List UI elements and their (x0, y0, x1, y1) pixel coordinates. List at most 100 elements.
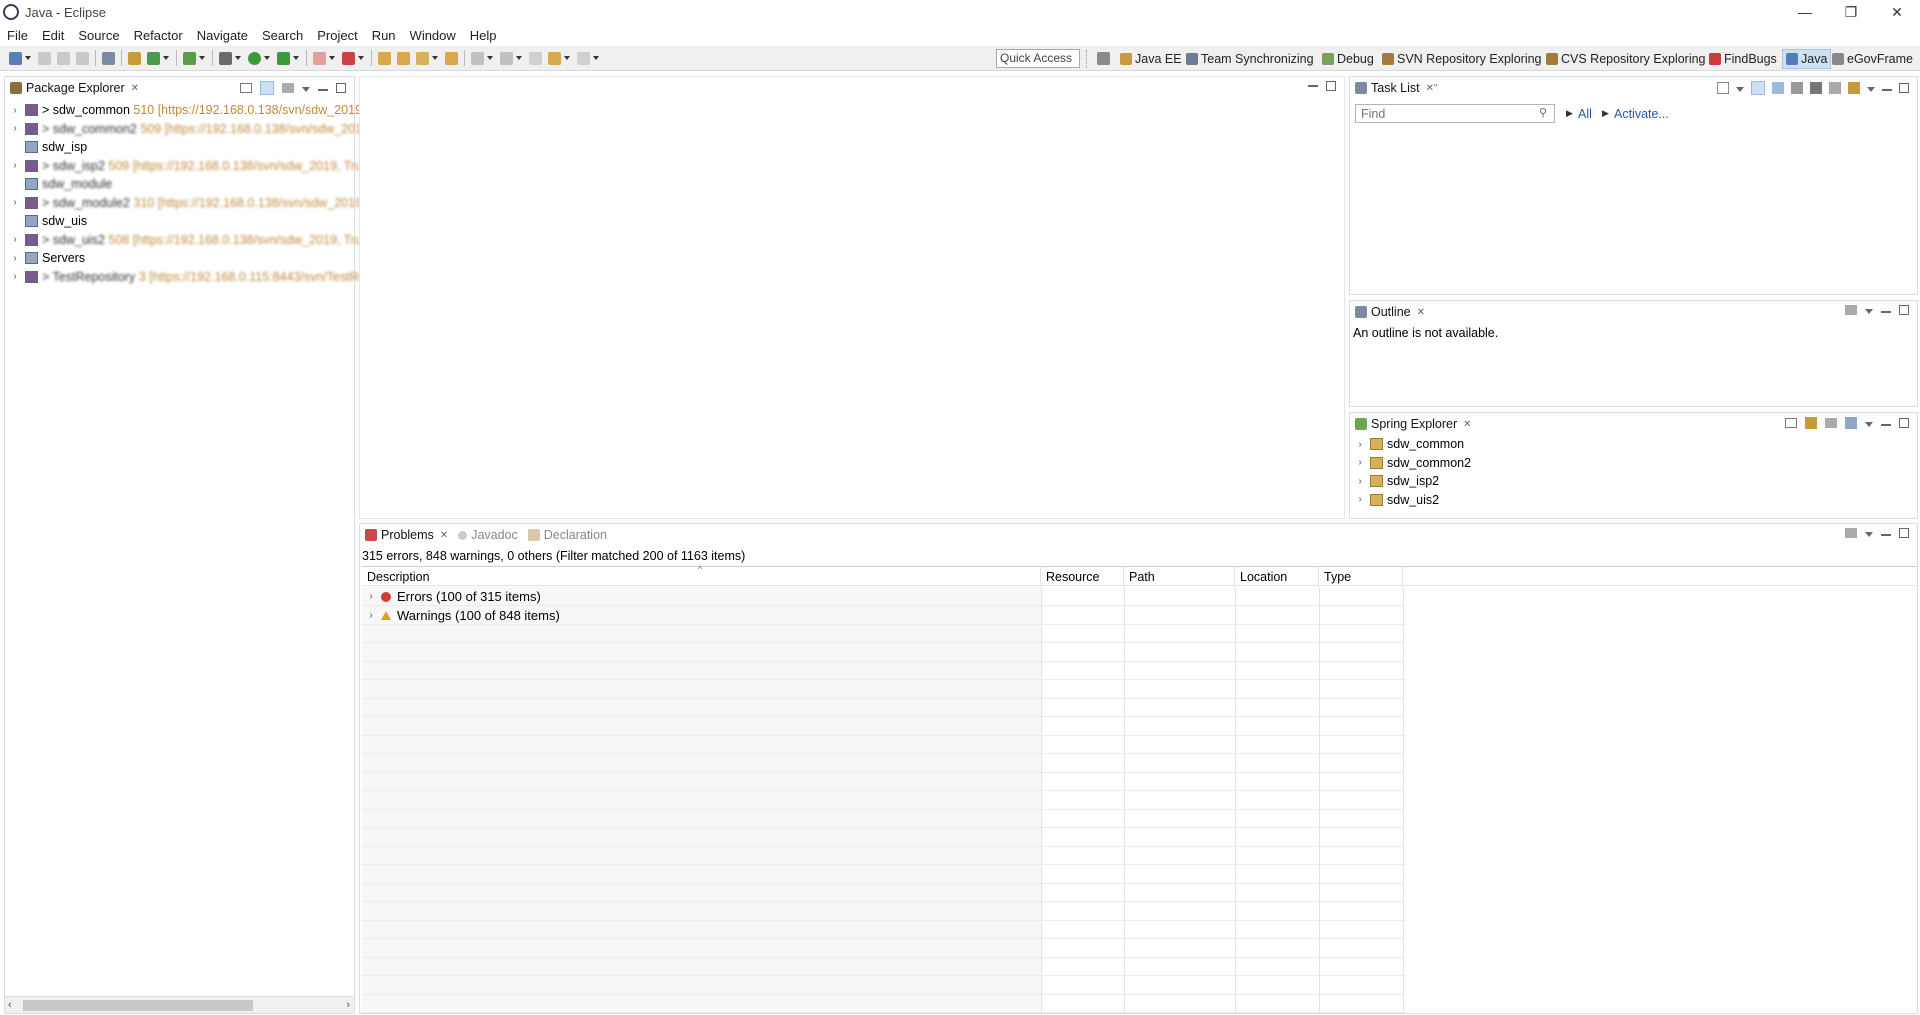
tab-outline[interactable]: Outline ✕ (1350, 301, 1430, 323)
categorized-icon[interactable] (1751, 81, 1765, 95)
chevron-right-icon[interactable]: › (1354, 457, 1366, 468)
scrollbar-thumb[interactable] (23, 1000, 253, 1011)
perspective-team-synchronizing[interactable]: Team Synchronizing (1186, 49, 1314, 69)
close-button[interactable]: ✕ (1874, 0, 1920, 24)
server-icon[interactable] (128, 51, 141, 65)
hide-completed-icon[interactable] (1810, 82, 1822, 94)
maximize-icon[interactable] (1899, 528, 1909, 538)
perspective-java-ee[interactable]: Java EE (1120, 49, 1182, 69)
maximize-icon[interactable] (1899, 83, 1909, 93)
chevron-right-icon[interactable]: › (1354, 439, 1366, 450)
new-wizard-icon[interactable] (147, 51, 160, 65)
perspective-debug[interactable]: Debug (1322, 49, 1374, 69)
close-icon[interactable]: ✕ (1463, 419, 1471, 430)
menu-file[interactable]: File (0, 28, 35, 43)
collapse-all-icon[interactable] (240, 83, 252, 93)
tab-spring-explorer[interactable]: Spring Explorer ✕ (1350, 413, 1477, 435)
chevron-right-icon[interactable]: › (9, 197, 21, 208)
menu-window[interactable]: Window (403, 28, 463, 43)
focus-icon[interactable] (1791, 82, 1803, 94)
focus-icon[interactable] (1845, 305, 1857, 315)
minimize-icon[interactable] (318, 85, 328, 91)
new-java-project-icon[interactable] (183, 51, 196, 65)
external-tools-icon[interactable] (342, 51, 355, 65)
maximize-icon[interactable] (1326, 81, 1336, 91)
focus-icon[interactable] (1845, 528, 1857, 538)
save-all-icon[interactable] (57, 51, 70, 65)
close-icon[interactable]: ✕ (131, 83, 139, 94)
perspective-svn[interactable]: SVN Repository Exploring (1382, 49, 1542, 69)
spring-project-item[interactable]: › sdw_uis2 (1350, 491, 1439, 509)
menu-source[interactable]: Source (71, 28, 126, 43)
link-with-editor-icon[interactable] (260, 81, 274, 95)
menu-navigate[interactable]: Navigate (190, 28, 255, 43)
collapse-all-icon[interactable] (1829, 82, 1841, 94)
maximize-icon[interactable] (1899, 418, 1909, 428)
chevron-right-icon[interactable]: › (365, 591, 377, 602)
save-icon[interactable] (38, 51, 51, 65)
activate-link[interactable]: Activate... (1614, 107, 1669, 121)
tab-problems[interactable]: Problems ✕ (360, 524, 453, 546)
scheduled-icon[interactable] (1772, 82, 1784, 94)
annotation-prev-icon[interactable] (500, 51, 513, 65)
new-task-icon[interactable] (1717, 82, 1729, 94)
tab-package-explorer[interactable]: Package Explorer ✕ (5, 77, 144, 99)
forward-icon[interactable] (577, 51, 590, 65)
view-menu-icon[interactable] (302, 86, 310, 92)
perspective-findbugs[interactable]: FindBugs (1709, 49, 1777, 69)
horizontal-scrollbar[interactable]: ‹ › (5, 996, 354, 1013)
collapse-all-icon[interactable] (1785, 418, 1797, 428)
tab-javadoc[interactable]: Javadoc (453, 524, 523, 546)
tab-task-list[interactable]: Task List ✕" (1350, 77, 1443, 99)
perspective-cvs[interactable]: CVS Repository Exploring (1546, 49, 1706, 69)
view-menu-icon[interactable] (1865, 531, 1873, 537)
column-location[interactable]: Location (1235, 567, 1319, 586)
focus-icon[interactable] (282, 83, 294, 93)
task-find-input[interactable] (1355, 104, 1555, 123)
open-task-icon[interactable] (397, 51, 410, 65)
focus-icon[interactable] (1825, 418, 1837, 428)
minimize-icon[interactable] (1882, 85, 1892, 91)
menu-project[interactable]: Project (310, 28, 364, 43)
package-tree-item[interactable]: › > sdw_common 510 [https://192.168.0.138… (5, 101, 365, 119)
package-tree-item[interactable]: › Servers (5, 249, 85, 267)
column-resource[interactable]: Resource (1041, 567, 1124, 586)
view-menu-icon[interactable] (1865, 421, 1873, 427)
tab-declaration[interactable]: Declaration (523, 524, 612, 546)
maximize-icon[interactable] (336, 83, 346, 93)
all-link[interactable]: All (1578, 107, 1592, 121)
spring-project-item[interactable]: › sdw_common (1350, 435, 1464, 453)
package-tree-item[interactable]: sdw_isp (5, 138, 87, 156)
chevron-right-icon[interactable]: › (9, 253, 21, 264)
annotation-next-icon[interactable] (471, 51, 484, 65)
problem-group-warnings[interactable]: › Warnings (100 of 848 items) (362, 606, 1041, 625)
debug-icon[interactable] (219, 51, 232, 65)
print-icon[interactable] (76, 51, 89, 65)
menu-refactor[interactable]: Refactor (127, 28, 190, 43)
package-tree-item[interactable]: › > sdw_module2 310 [https://192.168.0.13… (5, 194, 365, 212)
open-folder-icon[interactable] (445, 51, 458, 65)
open-type-icon[interactable] (378, 51, 391, 65)
chevron-right-icon[interactable]: › (9, 271, 21, 282)
package-tree-item[interactable]: › > sdw_isp2 509 [https://192.168.0.138/s… (5, 157, 375, 175)
view-menu-icon[interactable] (1867, 86, 1875, 92)
back-icon[interactable] (548, 51, 561, 65)
menu-search[interactable]: Search (255, 28, 310, 43)
column-path[interactable]: Path (1124, 567, 1235, 586)
problem-group-errors[interactable]: › Errors (100 of 315 items) (362, 587, 1041, 606)
search-icon[interactable] (416, 51, 429, 65)
package-tree-item[interactable]: › > sdw_common2 509 [https://192.168.0.13… (5, 120, 369, 138)
sync-icon[interactable] (1848, 82, 1860, 94)
minimize-icon[interactable] (1881, 530, 1891, 536)
chevron-right-icon[interactable]: › (1354, 494, 1366, 505)
package-tree-item[interactable]: sdw_module (5, 175, 112, 193)
chevron-right-icon[interactable]: › (9, 234, 21, 245)
minimize-button[interactable]: — (1782, 0, 1828, 24)
toggle-breadcrumb-icon[interactable] (102, 51, 115, 65)
chevron-right-icon[interactable]: › (9, 160, 21, 171)
perspective-egovframe[interactable]: eGovFrame (1832, 49, 1913, 69)
chevron-right-icon[interactable]: › (1354, 476, 1366, 487)
link-icon[interactable] (1805, 417, 1817, 429)
minimize-icon[interactable] (1308, 81, 1318, 87)
chevron-right-icon[interactable]: › (9, 105, 21, 116)
